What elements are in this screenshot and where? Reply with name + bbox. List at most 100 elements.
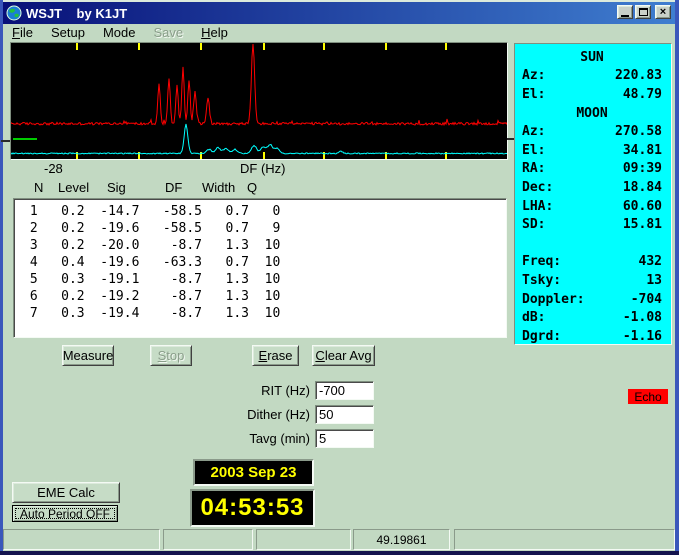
menu-item-file[interactable]: File: [3, 24, 42, 41]
menu-item-mode[interactable]: Mode: [94, 24, 145, 41]
astro-label: Az:: [522, 124, 545, 139]
column-header-n: N: [34, 180, 43, 195]
minimize-icon[interactable]: [617, 5, 633, 19]
astro-label: Freq:: [522, 254, 561, 269]
astro-row: Tsky:13: [522, 271, 662, 290]
rit-input[interactable]: [315, 381, 374, 400]
astro-value: 48.79: [623, 87, 662, 102]
field-input-wrap: [315, 405, 374, 424]
title-bar[interactable]: WSJT by K1JT ×: [3, 2, 675, 24]
astro-label: Az:: [522, 68, 545, 83]
astro-value: 270.58: [615, 124, 662, 139]
freq-tick-bottom: [263, 152, 265, 159]
field-label: RIT (Hz): [200, 383, 310, 398]
astro-section-header: MOON: [522, 104, 662, 123]
astro-row: Az: 220.83: [522, 67, 662, 86]
astro-value: 09:39: [623, 161, 662, 176]
auto-period-button[interactable]: Auto Period OFF: [12, 505, 118, 522]
astro-section-header: SUN: [522, 48, 662, 67]
time-display: 04:53:53: [190, 489, 315, 527]
freq-tick-top: [76, 43, 78, 50]
table-row[interactable]: 1 0.2 -14.7 -58.5 0.7 0: [22, 203, 506, 220]
status-panel-5: [454, 529, 675, 550]
menu-item-save: Save: [144, 24, 192, 41]
astro-row: dB: -1.08: [522, 308, 662, 327]
astro-row: Doppler:-704: [522, 290, 662, 309]
freq-tick-top: [200, 43, 202, 50]
window-border-bottom: [0, 551, 679, 555]
freq-tick-bottom: [323, 152, 325, 159]
maximize-icon[interactable]: [635, 5, 651, 19]
close-icon[interactable]: ×: [655, 5, 671, 19]
measure-button[interactable]: Measure: [62, 345, 114, 366]
x-axis-title: DF (Hz): [240, 161, 286, 176]
field-input-wrap: [315, 381, 374, 400]
astro-label: SD:: [522, 217, 545, 232]
app-globe-icon: [6, 5, 22, 21]
astro-label: Tsky:: [522, 273, 561, 288]
astro-row: Az: 270.58: [522, 122, 662, 141]
status-panel-1: [3, 529, 160, 550]
time-text: 04:53:53: [200, 494, 304, 522]
astro-spacer: [522, 234, 662, 253]
astro-value: 432: [639, 254, 662, 269]
column-header-sig: Sig: [107, 180, 126, 195]
eme-calc-button[interactable]: EME Calc: [12, 482, 120, 503]
astro-row: SD: 15.81: [522, 215, 662, 234]
column-header-level: Level: [58, 180, 89, 195]
astro-label: Dgrd:: [522, 329, 561, 344]
plot-left-tick: [1, 140, 10, 142]
astro-value: 15.81: [623, 217, 662, 232]
status-panel-2: [163, 529, 253, 550]
astro-value: 220.83: [615, 68, 662, 83]
table-row[interactable]: 3 0.2 -20.0 -8.7 1.3 10: [22, 237, 506, 254]
stop-button: Stop: [150, 345, 192, 366]
date-display: 2003 Sep 23: [193, 459, 314, 486]
astro-row: LHA:60.60: [522, 197, 662, 216]
clear-avg-button[interactable]: Clear Avg: [312, 345, 375, 366]
window-title: WSJT by K1JT: [26, 6, 127, 21]
astro-value: 18.84: [623, 180, 662, 195]
date-text: 2003 Sep 23: [211, 464, 297, 481]
astro-label: RA:: [522, 161, 545, 176]
astro-value: -1.16: [623, 329, 662, 344]
astro-label: El:: [522, 87, 545, 102]
field-label: Dither (Hz): [200, 407, 310, 422]
table-row[interactable]: 4 0.4 -19.6 -63.3 0.7 10: [22, 254, 506, 271]
astro-row: Freq: 432: [522, 253, 662, 272]
freq-tick-top: [445, 43, 447, 50]
window-border-right: [675, 0, 679, 555]
table-row[interactable]: 7 0.3 -19.4 -8.7 1.3 10: [22, 305, 506, 322]
status-panel-4: 49.19861: [353, 529, 450, 550]
spectrum-plot[interactable]: [10, 42, 508, 160]
astro-row: El: 48.79: [522, 85, 662, 104]
astro-row: Dec: 18.84: [522, 178, 662, 197]
astro-label: dB:: [522, 310, 545, 325]
astro-label: Doppler:: [522, 292, 585, 307]
field-label: Tavg (min): [200, 431, 310, 446]
measurements-list[interactable]: 1 0.2 -14.7 -58.5 0.7 0 2 0.2 -19.6 -58.…: [13, 198, 507, 338]
echo-mode-badge: Echo: [628, 389, 668, 404]
freq-tick-top: [263, 43, 265, 50]
x-axis-tick-label: -28: [44, 161, 63, 176]
astro-label: LHA:: [522, 199, 553, 214]
table-row[interactable]: 2 0.2 -19.6 -58.5 0.7 9: [22, 220, 506, 237]
table-row[interactable]: 6 0.2 -19.2 -8.7 1.3 10: [22, 288, 506, 305]
field-input-wrap: [315, 429, 374, 448]
column-header-df: DF: [165, 180, 182, 195]
column-header-width: Width: [202, 180, 235, 195]
astro-label: Dec:: [522, 180, 553, 195]
menu-item-setup[interactable]: Setup: [42, 24, 94, 41]
table-row[interactable]: 5 0.3 -19.1 -8.7 1.3 10: [22, 271, 506, 288]
freq-tick-top: [323, 43, 325, 50]
tavg-input[interactable]: [315, 429, 374, 448]
menu-bar: FileSetupModeSaveHelp: [3, 24, 675, 41]
window-controls: ×: [615, 5, 671, 19]
dither-input[interactable]: [315, 405, 374, 424]
astro-value: -1.08: [623, 310, 662, 325]
freq-tick-top: [138, 43, 140, 50]
astro-label: El:: [522, 143, 545, 158]
erase-button[interactable]: Erase: [252, 345, 299, 366]
menu-item-help[interactable]: Help: [192, 24, 237, 41]
freq-tick-top: [385, 43, 387, 50]
